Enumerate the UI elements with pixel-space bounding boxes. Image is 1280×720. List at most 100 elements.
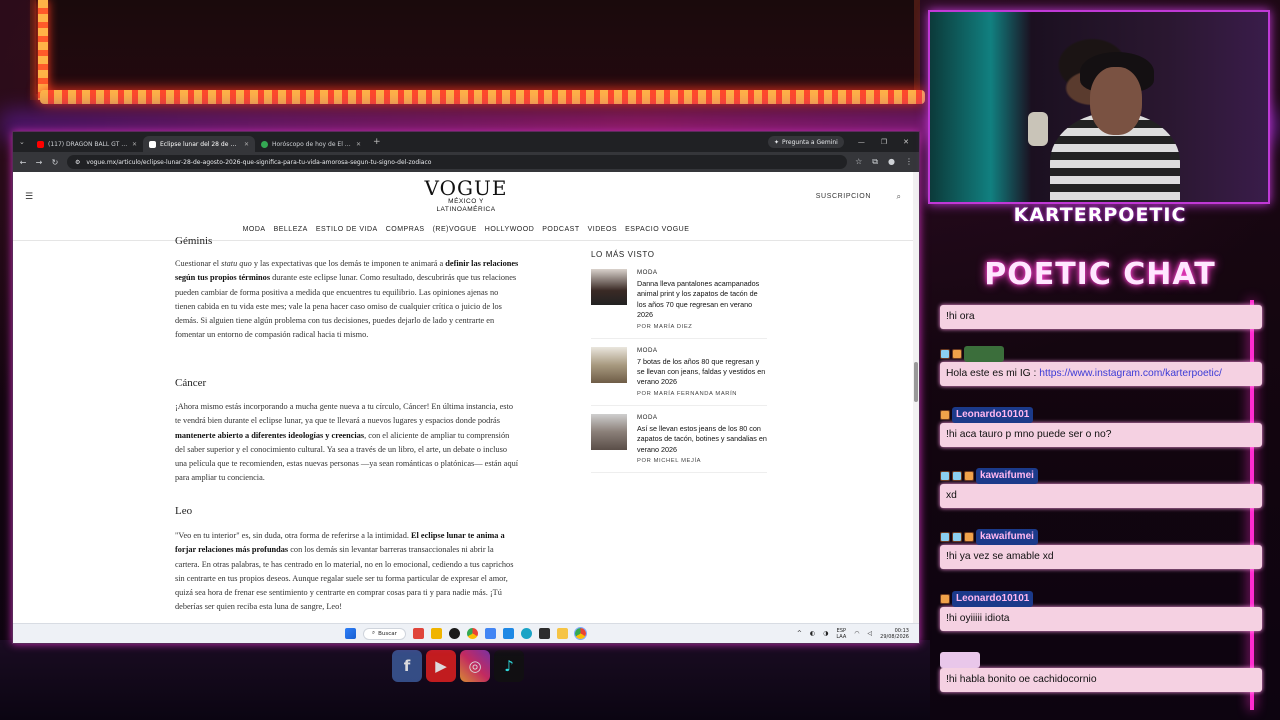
username-hidden (964, 346, 1004, 362)
article-thumbnail[interactable] (591, 413, 627, 450)
close-window-icon[interactable]: ✕ (903, 138, 909, 146)
bookmark-star-icon[interactable]: ☆ (855, 157, 862, 167)
back-icon[interactable]: ← (19, 158, 27, 167)
windows-start-icon[interactable] (345, 628, 356, 639)
badge-icon (940, 410, 950, 420)
vogue-favicon-icon (149, 140, 156, 148)
user-row: kawaifumei (940, 529, 1262, 545)
nav-videos[interactable]: VIDEOS (588, 226, 617, 233)
chrome-active-icon[interactable] (573, 627, 587, 640)
item-category[interactable]: MODA (637, 269, 767, 276)
app-icon[interactable] (502, 628, 514, 639)
taskbar-search[interactable]: ⌕ Buscar (363, 627, 406, 640)
tab-title: Eclipse lunar del 28 de agosto (160, 140, 240, 148)
youtube-icon: ▶ (426, 650, 456, 682)
wall-frame (30, 0, 920, 100)
clock[interactable]: 00:13 29/08/2026 (880, 628, 909, 640)
instagram-icon: ◎ (460, 650, 490, 682)
channel-name: KARTERPOETIC (1013, 204, 1187, 226)
item-category[interactable]: MODA (637, 414, 767, 421)
horoscope-favicon-icon (261, 140, 268, 148)
restore-icon[interactable]: ❐ (881, 138, 887, 146)
user-row: Leonardo10101 (940, 591, 1262, 607)
subscribe-link[interactable]: SUSCRIPCION (816, 193, 871, 200)
nav-revogue[interactable]: (RE)VOGUE (433, 226, 477, 233)
tab-vogue[interactable]: Eclipse lunar del 28 de agosto ✕ (143, 136, 255, 152)
instagram-link[interactable]: https://www.instagram.com/karterpoetic/ (1039, 368, 1222, 379)
extensions-icon[interactable]: ⧉ (872, 157, 878, 167)
address-bar: ← → ↻ ⚙ vogue.mx/articulo/eclipse-lunar-… (13, 152, 919, 172)
close-icon[interactable]: ✕ (356, 141, 361, 148)
vogue-logo[interactable]: VOGUE MÉXICO Y LATINOAMÉRICA (425, 178, 508, 213)
url-field[interactable]: ⚙ vogue.mx/articulo/eclipse-lunar-28-de-… (67, 155, 848, 169)
microphone (1028, 112, 1048, 146)
app-icon[interactable] (538, 628, 550, 639)
user-row (940, 652, 1262, 668)
gemini-icon: ✦ (774, 138, 780, 146)
paragraph-cancer: ¡Ahora mismo estás incorporando a mucha … (175, 402, 519, 483)
tab-search-icon[interactable]: ⌄ (19, 138, 31, 146)
article-thumbnail[interactable] (591, 346, 627, 383)
taskbar-apps: ⌕ Buscar (345, 627, 587, 640)
tray-chevron-icon[interactable]: ^ (797, 630, 802, 637)
volume-icon[interactable]: ◁ (868, 630, 873, 637)
search-icon[interactable]: ⌕ (897, 192, 901, 202)
item-category[interactable]: MODA (637, 347, 767, 354)
nav-podcast[interactable]: PODCAST (542, 226, 579, 233)
site-info-icon[interactable]: ⚙ (75, 159, 80, 166)
most-viewed-item[interactable]: MODA Danna lleva pantalones acampanados … (591, 269, 767, 339)
system-tray: ^ ◐ ◑ ESP LAA ◠ ◁ 00:13 29/08/2026 (797, 628, 909, 640)
tab-title: Horóscopo de hoy de El Niño P (272, 140, 352, 148)
menu-dots-icon[interactable]: ⋮ (905, 157, 913, 167)
app-icon[interactable] (430, 628, 442, 639)
heading-leo: Leo (175, 505, 193, 517)
nav-moda[interactable]: MODA (243, 226, 266, 233)
forward-icon[interactable]: → (35, 158, 43, 167)
chrome-icon[interactable] (466, 628, 478, 639)
led-strip-vertical (38, 0, 48, 100)
logo-main: VOGUE (424, 176, 508, 200)
badge-icon (952, 532, 962, 542)
nav-belleza[interactable]: BELLEZA (274, 226, 308, 233)
badge-icon (952, 471, 962, 481)
chat-message: Hola este es mi IG : https://www.instagr… (940, 346, 1262, 386)
tab-youtube[interactable]: (117) DRAGON BALL GT SINFO ✕ (31, 136, 143, 152)
item-headline[interactable]: Así se llevan estos jeans de los 80 con … (637, 424, 767, 455)
username: kawaifumei (976, 529, 1038, 545)
app-icon[interactable] (448, 628, 460, 639)
profile-icon[interactable]: ● (888, 157, 895, 167)
close-icon[interactable]: ✕ (244, 141, 249, 148)
tray-app-icon[interactable]: ◐ (810, 630, 815, 637)
tray-app-icon[interactable]: ◑ (823, 630, 828, 637)
item-headline[interactable]: Danna lleva pantalones acampanados anima… (637, 279, 767, 321)
date: 29/08/2026 (880, 633, 909, 640)
badge-icon (940, 471, 950, 481)
close-icon[interactable]: ✕ (132, 141, 137, 148)
nav-espacio-vogue[interactable]: ESPACIO VOGUE (625, 226, 689, 233)
toolbar-icons: ☆ ⧉ ● ⋮ (855, 157, 913, 167)
nav-estilo-de-vida[interactable]: ESTILO DE VIDA (316, 226, 378, 233)
most-viewed-item[interactable]: MODA 7 botas de los años 80 que regresan… (591, 346, 767, 406)
app-icon[interactable] (412, 628, 424, 639)
reload-icon[interactable]: ↻ (51, 158, 59, 167)
youtube-favicon-icon (37, 140, 44, 148)
tab-horoscope[interactable]: Horóscopo de hoy de El Niño P ✕ (255, 136, 367, 152)
app-icon[interactable] (484, 628, 496, 639)
page-scrollbar[interactable] (913, 172, 919, 625)
wifi-icon[interactable]: ◠ (854, 630, 859, 637)
article-thumbnail[interactable] (591, 269, 627, 305)
item-headline[interactable]: 7 botas de los años 80 que regresan y se… (637, 357, 767, 388)
nav-compras[interactable]: COMPRAS (386, 226, 425, 233)
new-tab-button[interactable]: + (373, 137, 381, 147)
minimize-icon[interactable]: — (858, 138, 865, 146)
edge-icon[interactable] (520, 628, 532, 639)
most-viewed-item[interactable]: MODA Así se llevan estos jeans de los 80… (591, 413, 767, 474)
gemini-button[interactable]: ✦ Pregunta a Gemini (768, 136, 844, 148)
file-explorer-icon[interactable] (556, 628, 568, 639)
message-text: !hi aca tauro p mno puede ser o no? (940, 423, 1262, 447)
scrollbar-thumb[interactable] (914, 362, 918, 402)
hamburger-menu-icon[interactable]: ☰ (25, 192, 33, 202)
language-indicator[interactable]: ESP LAA (836, 628, 846, 640)
nav-hollywood[interactable]: HOLLYWOOD (485, 226, 535, 233)
gemini-label: Pregunta a Gemini (782, 138, 838, 146)
